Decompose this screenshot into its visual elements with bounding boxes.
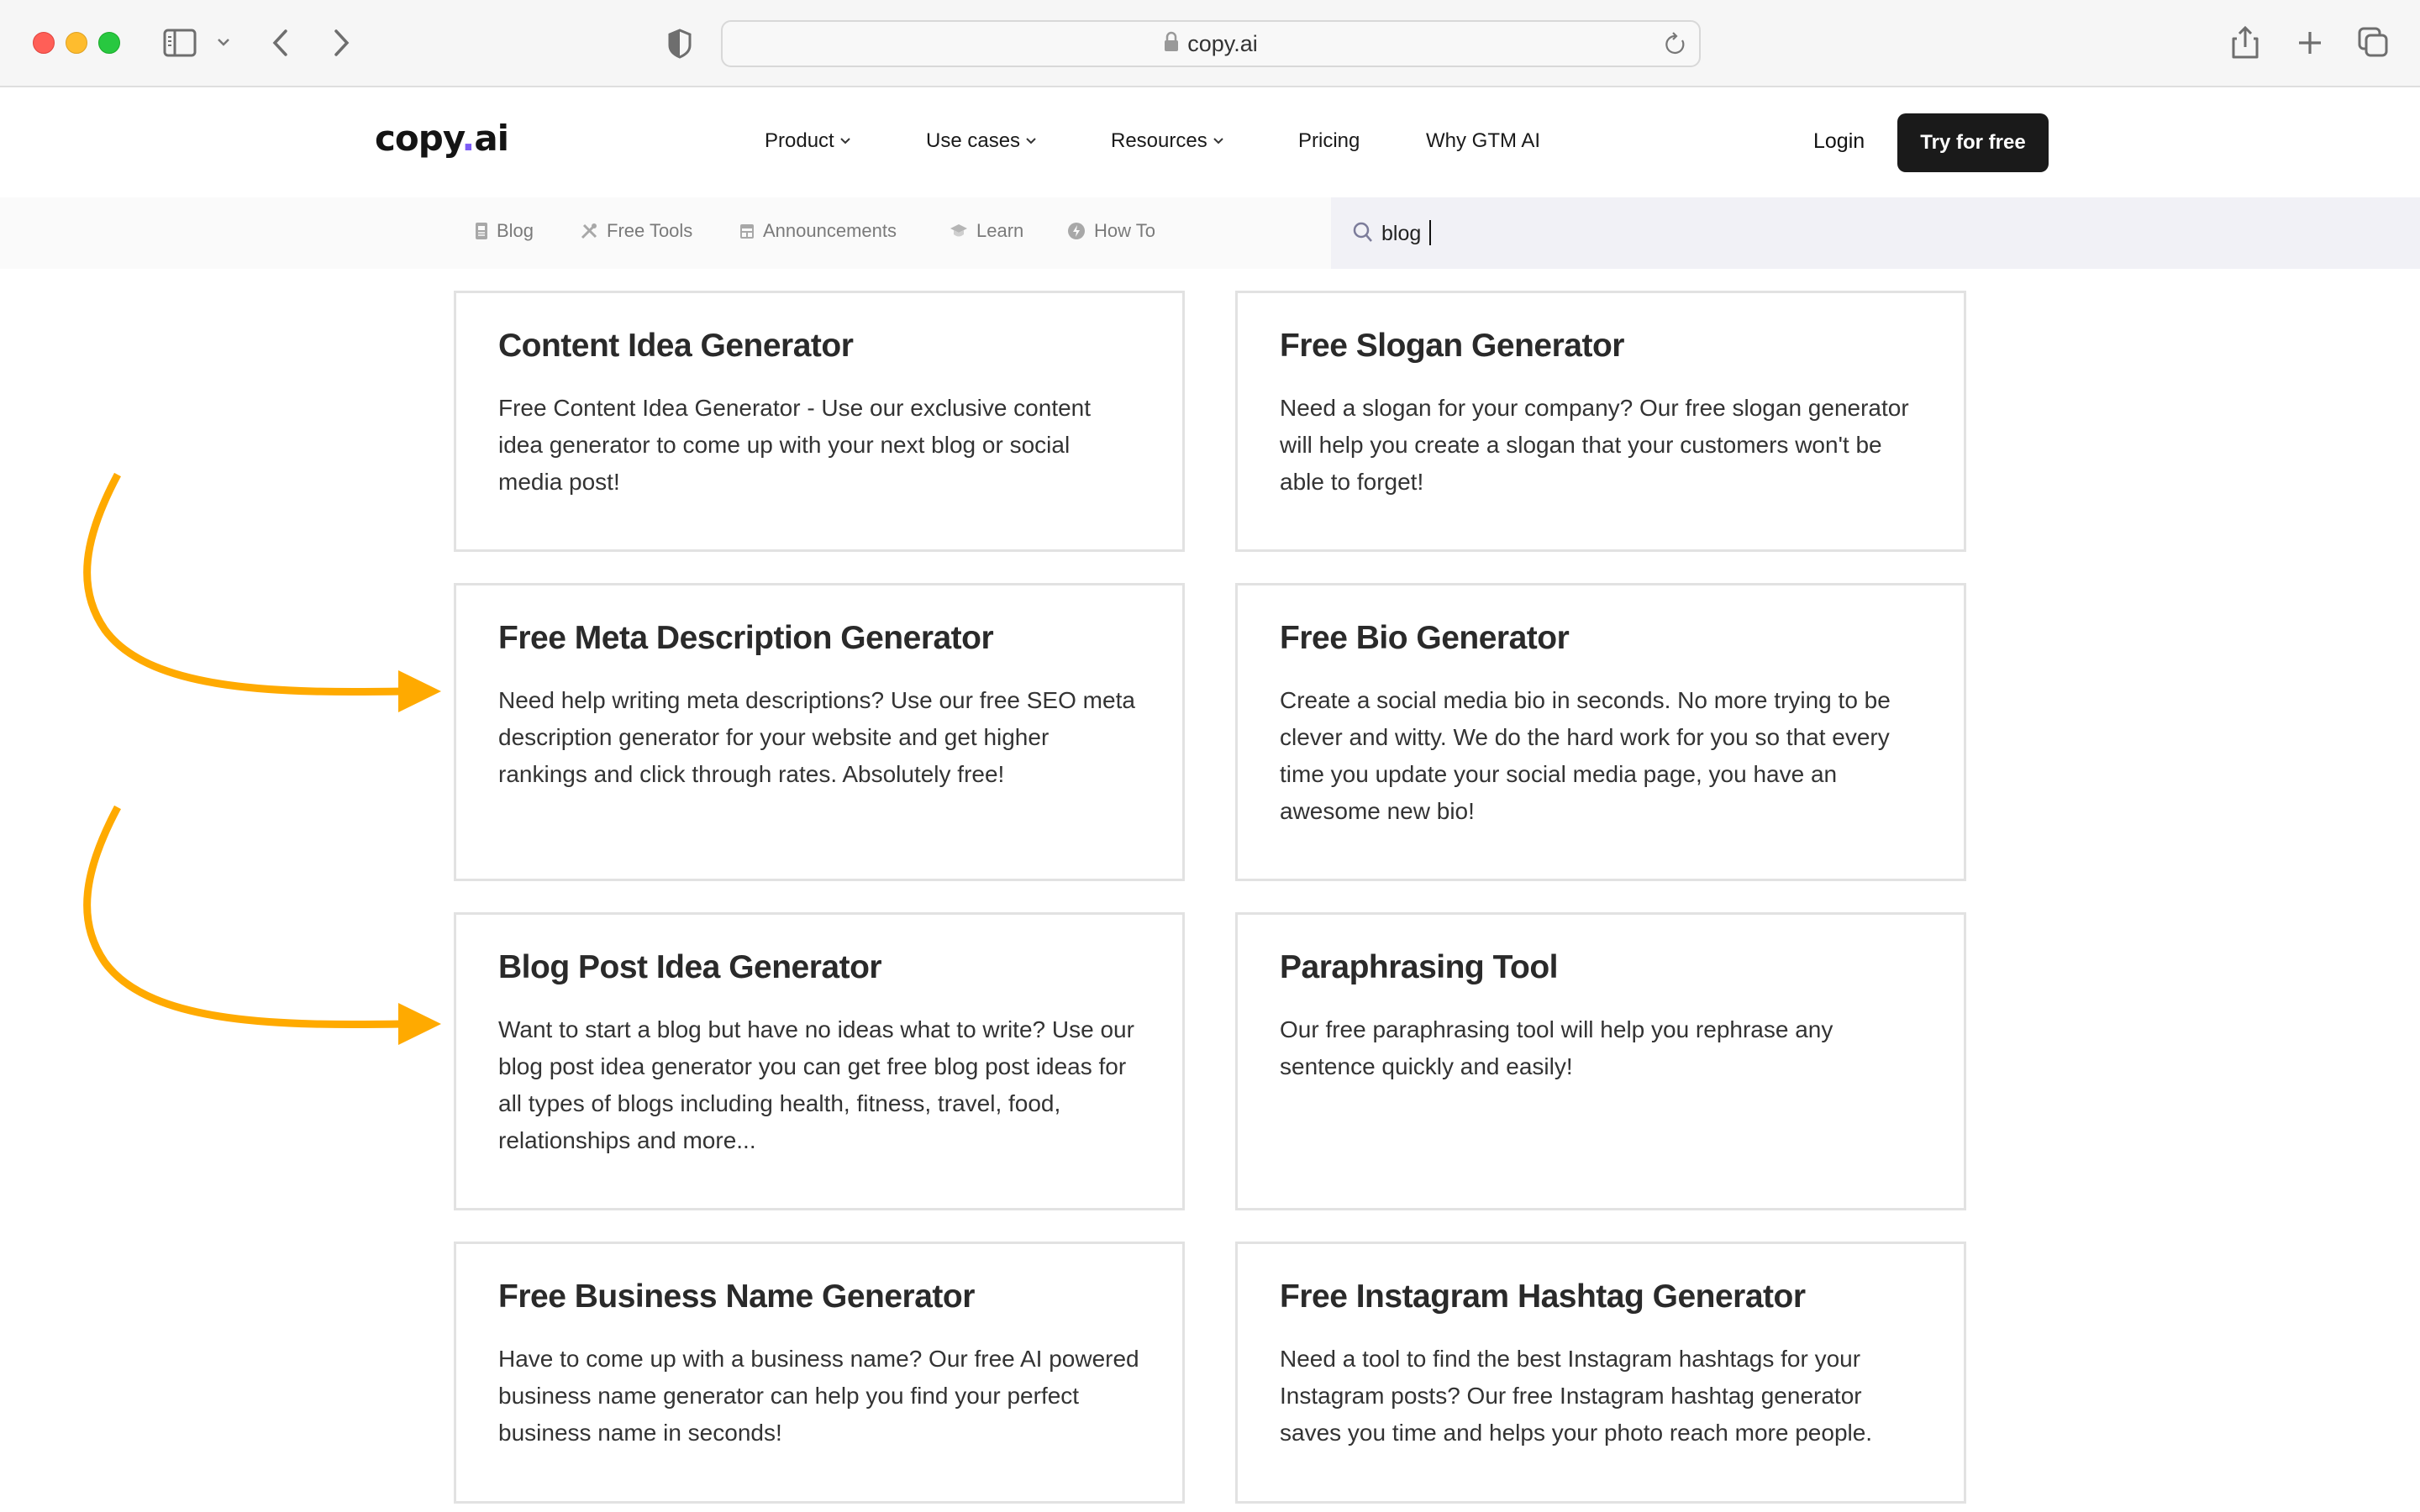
chevron-down-icon — [839, 134, 851, 150]
card-title: Free Instagram Hashtag Generator — [1280, 1278, 1806, 1315]
category-free-tools-label: Free Tools — [607, 220, 693, 241]
minimize-window-button[interactable] — [66, 32, 87, 54]
card-description: Need help writing meta descriptions? Use… — [498, 686, 1135, 787]
share-icon[interactable] — [2232, 25, 2259, 59]
category-free-tools[interactable]: Free Tools — [580, 220, 692, 242]
card-title: Blog Post Idea Generator — [498, 949, 882, 985]
card-title: Paraphrasing Tool — [1280, 949, 1559, 985]
category-blog-label: Blog — [497, 220, 534, 241]
card-description: Our free paraphrasing tool will help you… — [1280, 1016, 1833, 1079]
chevron-down-icon — [1213, 134, 1224, 150]
close-window-button[interactable] — [33, 32, 55, 54]
tool-card-free-bio-generator[interactable]: Free Bio Generator Create a social media… — [1235, 583, 1966, 881]
card-title: Free Bio Generator — [1280, 620, 1570, 656]
tool-card-blog-post-idea-generator[interactable]: Blog Post Idea Generator Want to start a… — [454, 912, 1185, 1210]
calendar-icon — [739, 223, 755, 239]
new-tab-icon[interactable] — [2297, 30, 2323, 55]
logo-text: copy — [375, 118, 462, 159]
search-input[interactable] — [1381, 217, 2306, 250]
card-description: Need a tool to find the best Instagram h… — [1280, 1345, 1873, 1446]
nav-why-gtm-ai[interactable]: Why GTM AI — [1426, 129, 1540, 153]
lock-icon — [1164, 31, 1179, 57]
card-title: Free Slogan Generator — [1280, 328, 1624, 364]
login-link[interactable]: Login — [1813, 129, 1865, 154]
category-learn-label: Learn — [976, 220, 1024, 241]
graduation-cap-icon — [950, 223, 968, 239]
card-description: Free Content Idea Generator - Use our ex… — [498, 394, 1092, 495]
tabs-overview-icon[interactable] — [2358, 27, 2388, 57]
address-bar[interactable]: copy.ai — [721, 20, 1701, 67]
tool-card-paraphrasing-tool[interactable]: Paraphrasing Tool Our free paraphrasing … — [1235, 912, 1966, 1210]
nav-resources[interactable]: Resources — [1111, 129, 1224, 153]
nav-pricing[interactable]: Pricing — [1298, 129, 1360, 153]
url-text: copy.ai — [1187, 30, 1258, 56]
category-how-to-label: How To — [1094, 220, 1155, 241]
category-how-to[interactable]: How To — [1067, 220, 1155, 242]
text-caret — [1429, 220, 1431, 245]
nav-use-cases-label: Use cases — [926, 129, 1021, 152]
lightning-icon — [1067, 222, 1086, 240]
card-description: Need a slogan for your company? Our free… — [1280, 394, 1909, 495]
reload-icon[interactable] — [1664, 32, 1687, 61]
logo-suffix: ai — [474, 118, 509, 159]
annotation-arrow-blog-post-idea — [83, 805, 441, 1045]
card-description: Want to start a blog but have no ideas w… — [498, 1016, 1134, 1153]
card-description: Have to come up with a business name? Ou… — [498, 1345, 1139, 1446]
nav-pricing-label: Pricing — [1298, 129, 1360, 152]
forward-icon[interactable] — [331, 29, 351, 57]
tools-icon — [580, 222, 598, 240]
back-icon[interactable] — [271, 29, 291, 57]
browser-toolbar: copy.ai — [0, 0, 2420, 87]
chevron-down-icon[interactable] — [217, 37, 230, 47]
nav-product[interactable]: Product — [765, 129, 851, 153]
sidebar-icon[interactable] — [163, 29, 197, 57]
search-icon — [1353, 222, 1373, 248]
category-learn[interactable]: Learn — [950, 220, 1023, 242]
nav-use-cases[interactable]: Use cases — [926, 129, 1037, 153]
tool-card-content-idea-generator[interactable]: Content Idea Generator Free Content Idea… — [454, 291, 1185, 552]
card-description: Create a social media bio in seconds. No… — [1280, 686, 1891, 824]
category-announcements[interactable]: Announcements — [739, 220, 897, 242]
copyai-logo[interactable]: copy.ai — [375, 118, 509, 159]
tool-card-free-meta-description-generator[interactable]: Free Meta Description Generator Need hel… — [454, 583, 1185, 881]
maximize-window-button[interactable] — [98, 32, 120, 54]
category-blog[interactable]: Blog — [475, 220, 534, 242]
nav-resources-label: Resources — [1111, 129, 1207, 152]
tool-card-free-business-name-generator[interactable]: Free Business Name Generator Have to com… — [454, 1242, 1185, 1504]
privacy-shield-icon[interactable] — [667, 29, 692, 59]
card-title: Free Meta Description Generator — [498, 620, 994, 656]
tool-card-free-slogan-generator[interactable]: Free Slogan Generator Need a slogan for … — [1235, 291, 1966, 552]
chevron-down-icon — [1025, 134, 1037, 150]
card-title: Free Business Name Generator — [498, 1278, 975, 1315]
category-announcements-label: Announcements — [763, 220, 897, 241]
logo-dot: . — [461, 118, 475, 159]
try-for-free-button[interactable]: Try for free — [1897, 113, 2049, 172]
card-title: Content Idea Generator — [498, 328, 854, 364]
nav-why-gtm-ai-label: Why GTM AI — [1426, 129, 1541, 152]
document-icon — [475, 222, 488, 240]
tool-card-free-instagram-hashtag-generator[interactable]: Free Instagram Hashtag Generator Need a … — [1235, 1242, 1966, 1504]
annotation-arrow-meta-description — [83, 472, 441, 712]
nav-product-label: Product — [765, 129, 834, 152]
